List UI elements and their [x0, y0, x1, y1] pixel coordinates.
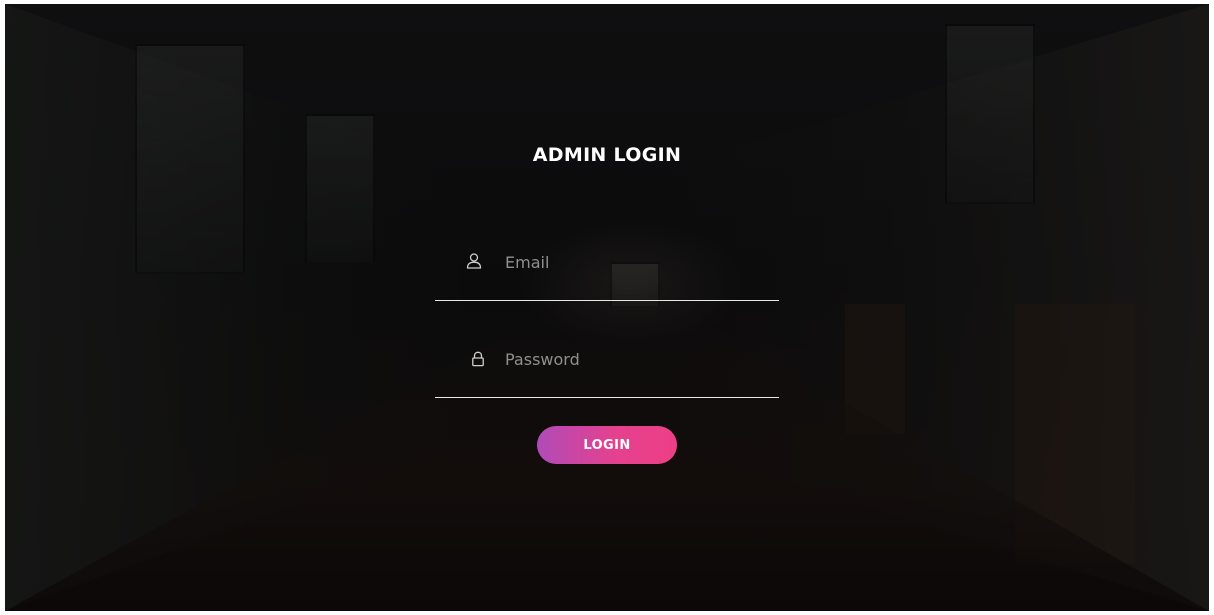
user-icon — [465, 252, 485, 272]
page-title: ADMIN LOGIN — [532, 144, 682, 166]
password-field[interactable] — [435, 344, 779, 398]
email-field[interactable] — [435, 247, 779, 301]
password-input[interactable] — [505, 344, 775, 374]
email-input[interactable] — [505, 247, 775, 277]
background-overlay — [5, 4, 1209, 611]
login-button[interactable]: LOGIN — [537, 426, 677, 464]
lock-icon — [471, 351, 491, 371]
login-page: ADMIN LOGIN LOGIN — [5, 4, 1209, 611]
